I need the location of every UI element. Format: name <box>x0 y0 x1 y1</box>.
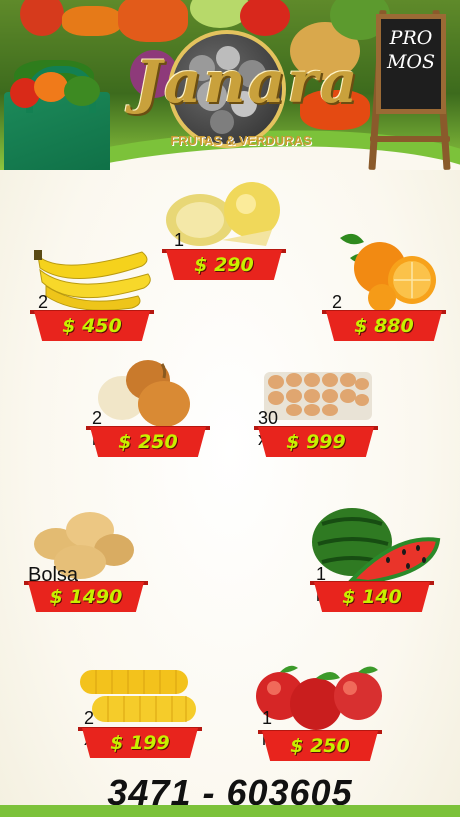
chalkboard-icon: PRO MOS <box>366 9 452 170</box>
brand-name: Janara <box>134 48 360 116</box>
price-tag: $ 290 <box>166 250 282 280</box>
price-tag: $ 250 <box>90 427 206 457</box>
corn-icon <box>80 670 196 722</box>
price-tag: $ 450 <box>34 311 150 341</box>
chalkboard-text: PRO MOS <box>380 26 442 74</box>
price-tag: $ 140 <box>314 582 430 612</box>
tomato-decor <box>20 0 64 36</box>
price-tag: $ 880 <box>326 311 442 341</box>
chili-decor <box>240 0 290 36</box>
shopping-bag-icon <box>4 66 110 170</box>
price-tag: $ 999 <box>258 427 374 457</box>
carrot-decor <box>62 6 122 36</box>
price-tag: $ 199 <box>82 728 198 758</box>
brand-subtitle: FRUTAS & VERDURAS <box>170 133 312 148</box>
header-banner: Janara FRUTAS & VERDURAS PRO MOS <box>0 0 460 170</box>
orange-icon <box>340 233 436 312</box>
onion-icon <box>98 360 190 427</box>
board-line-1: PRO <box>389 27 433 49</box>
eggs-icon <box>264 372 372 420</box>
price-tag: $ 250 <box>262 731 378 761</box>
promo-flyer: Janara FRUTAS & VERDURAS PRO MOS 1 kl $ … <box>0 0 460 817</box>
price-tag: $ 1490 <box>28 582 144 612</box>
footer-band <box>0 805 460 817</box>
board-line-2: MOS <box>386 51 436 73</box>
